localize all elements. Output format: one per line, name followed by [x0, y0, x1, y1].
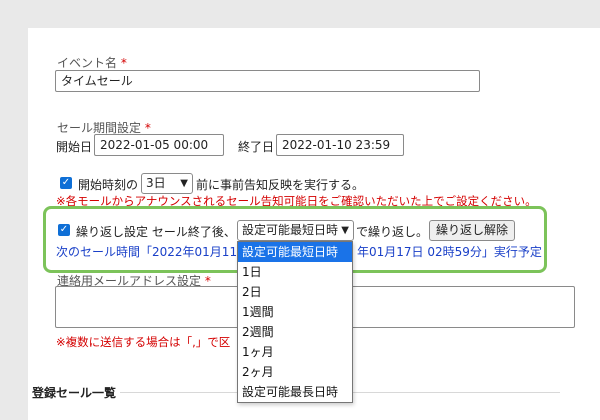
dropdown-option[interactable]: 1日: [238, 262, 352, 282]
dropdown-option[interactable]: 1ヶ月: [238, 342, 352, 362]
pre-notice-days-value: 3日: [146, 176, 166, 190]
required-mark: *: [144, 121, 151, 135]
dropdown-option[interactable]: 設定可能最短日時: [238, 242, 352, 262]
dropdown-option[interactable]: 2日: [238, 282, 352, 302]
repeat-interval-select[interactable]: 設定可能最短日時 ▼: [237, 220, 354, 241]
required-mark: *: [120, 56, 127, 70]
registered-sales-heading: 登録セール一覧: [32, 386, 117, 400]
dropdown-option[interactable]: 2週間: [238, 322, 352, 342]
next-sale-time-suffix: 年01月17日 02時59分」実行予定: [357, 245, 542, 259]
pre-notice-text-before: 開始時刻の: [78, 178, 139, 192]
repeat-text-after: で繰り返し。: [356, 225, 429, 239]
end-date-label: 終了日: [238, 140, 275, 154]
event-name-input[interactable]: タイムセール: [55, 70, 480, 92]
pre-notice-text-after: 前に事前告知反映を実行する。: [196, 178, 365, 192]
dropdown-option[interactable]: 2ヶ月: [238, 362, 352, 382]
end-date-input[interactable]: 2022-01-10 23:59: [276, 134, 404, 156]
email-note: ※複数に送信する場合は「,」で区: [56, 335, 231, 349]
repeat-interval-value: 設定可能最短日時: [242, 223, 339, 237]
pre-notice-days-select[interactable]: 3日 ▼: [141, 173, 193, 194]
pre-notice-checkbox[interactable]: ✓: [60, 177, 72, 189]
repeat-interval-dropdown: 設定可能最短日時 1日 2日 1週間 2週間 1ヶ月 2ヶ月 設定可能最長日時: [237, 241, 353, 403]
cancel-repeat-button[interactable]: 繰り返し解除: [429, 220, 516, 241]
repeat-checkbox[interactable]: ✓: [58, 224, 70, 236]
dropdown-option[interactable]: 1週間: [238, 302, 352, 322]
event-name-label: イベント名 *: [57, 54, 127, 71]
chevron-down-icon: ▼: [341, 225, 349, 236]
dropdown-option[interactable]: 設定可能最長日時: [238, 382, 352, 402]
start-date-label: 開始日: [56, 140, 93, 154]
next-sale-time-prefix: 次のセール時間「2022年01月11日: [56, 245, 250, 259]
chevron-down-icon: ▼: [180, 178, 188, 189]
repeat-label: 繰り返し設定 セール終了後、: [76, 225, 236, 239]
event-name-label-text: イベント名: [57, 56, 118, 70]
sale-period-label-text: セール期間設定: [57, 121, 142, 135]
start-date-input[interactable]: 2022-01-05 00:00: [94, 134, 224, 156]
